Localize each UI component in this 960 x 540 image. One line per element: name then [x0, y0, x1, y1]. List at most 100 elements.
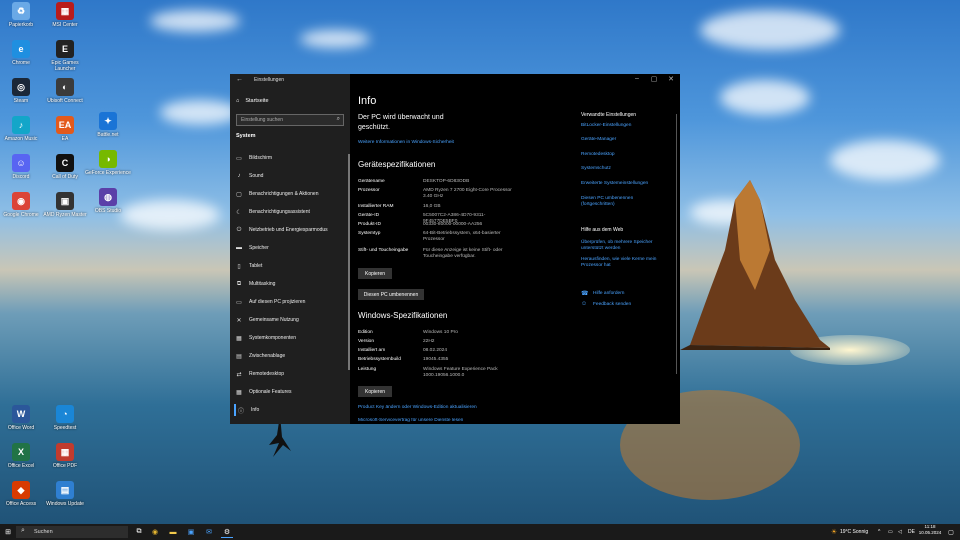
related-settings-link[interactable]: Systemschutz	[581, 166, 666, 172]
chrome-icon[interactable]: ◉	[149, 527, 161, 537]
desktop-shortcut[interactable]: X Office Excel	[0, 443, 44, 469]
maximize-icon[interactable]: ▢	[647, 75, 661, 83]
sidebar-item-remote[interactable]: ⇄ Remotedesktop	[236, 368, 284, 380]
desktop-shortcut[interactable]: W Office Word	[0, 405, 44, 431]
product-key-link[interactable]: Product Key ändern oder Windows-Edition …	[358, 405, 477, 410]
wallpaper-cloud	[720, 80, 810, 115]
desktop-shortcut[interactable]: ▦ MSI Center	[42, 2, 88, 28]
desktop-shortcut[interactable]: ◎ Steam	[0, 78, 44, 104]
sidebar-item-clipboard[interactable]: ▤ Zwischenablage	[236, 350, 285, 362]
language-icon[interactable]: DE	[908, 527, 915, 537]
clock-date: 10.05.2024	[918, 530, 942, 535]
minimize-icon[interactable]: –	[630, 75, 644, 82]
clock[interactable]: 11:18 10.05.2024	[918, 524, 942, 535]
desktop-shortcut[interactable]: e Chrome	[0, 40, 44, 66]
spec-key: Gerätename	[358, 179, 385, 184]
desktop-shortcut[interactable]: ♪ Amazon Music	[0, 116, 44, 142]
close-icon[interactable]: ✕	[664, 75, 678, 83]
mail-icon[interactable]: ✉	[203, 527, 215, 537]
spec-key: Produkt-ID	[358, 222, 381, 227]
desktop-shortcut-label: Windows Update	[46, 501, 84, 507]
sidebar-item-focus[interactable]: ☾ Benachrichtigungsassistent	[236, 206, 310, 218]
desktop-shortcut[interactable]: ♻ Papierkorb	[0, 2, 44, 28]
sidebar-item-label: Tablet	[249, 263, 263, 269]
settings-gear-icon[interactable]: ⚙	[221, 527, 233, 538]
sidebar-item-multitasking[interactable]: ⧉ Multitasking	[236, 278, 276, 290]
desktop-shortcut[interactable]: ☺ Discord	[0, 154, 44, 180]
desktop-shortcut[interactable]: ◐ Ubisoft Connect	[42, 78, 88, 104]
store-icon[interactable]: ▣	[185, 527, 197, 537]
desktop-shortcut[interactable]: C Call of Duty	[42, 154, 88, 180]
web-help-link[interactable]: Überprüfen, ob mehrere Speicher unterstü…	[581, 240, 666, 251]
sidebar-item-label: Systemkomponenten	[249, 335, 296, 341]
sidebar-scrollbar[interactable]	[348, 154, 350, 370]
desktop-shortcut-label: EA	[61, 136, 69, 142]
back-arrow-icon[interactable]: ←	[236, 76, 243, 83]
related-settings-link[interactable]: Diesen PC umbenennen (fortgeschritten)	[581, 196, 666, 207]
related-settings-link[interactable]: Erweiterte Systemeinstellungen	[581, 181, 666, 187]
sidebar-item-shared[interactable]: ✕ Gemeinsame Nutzung	[236, 314, 298, 326]
sidebar-item-power[interactable]: ⏻ Netzbetrieb und Energiesparmodus	[236, 224, 328, 236]
related-settings-link[interactable]: Geräte-Manager	[581, 137, 666, 143]
volume-icon[interactable]: ◁	[898, 527, 902, 537]
discord-icon: ☺	[12, 154, 30, 172]
main-scrollbar[interactable]	[676, 114, 677, 374]
nav-icon: ▭	[236, 299, 242, 306]
desktop-shortcut-label: AMD Ryzen Master	[43, 212, 87, 218]
desktop-shortcut[interactable]: ✦ Battle.net	[85, 112, 131, 138]
desktop-shortcut[interactable]: ▦ Office PDF	[42, 443, 88, 469]
amazon-music-icon: ♪	[12, 116, 30, 134]
weather-icon[interactable]: ☀	[830, 527, 838, 537]
start-windows-icon[interactable]: ⊞	[3, 527, 13, 537]
sidebar-item-label: Netzbetrieb und Energiesparmodus	[249, 227, 328, 233]
sidebar-item-optional[interactable]: ▦ Optionale Features	[236, 386, 291, 398]
nav-icon: ♪	[237, 173, 241, 179]
search-placeholder: Einstellung suchen	[241, 117, 283, 123]
task-view-icon[interactable]: ⧉	[133, 527, 145, 537]
sidebar-item-tablet[interactable]: ▯ Tablet	[236, 260, 262, 272]
sidebar-item-storage[interactable]: ▬ Speicher	[236, 242, 269, 254]
search-icon: ⌕	[21, 527, 25, 534]
service-agreement-link[interactable]: Microsoft-Servicevertrag für unsere Dien…	[358, 418, 463, 423]
sidebar-item-project[interactable]: ▭ Auf diesen PC projizieren	[236, 296, 305, 308]
tray-chevron-icon[interactable]: ^	[878, 527, 880, 537]
network-icon[interactable]: ▭	[888, 527, 893, 537]
feedback-link[interactable]: Feedback senden	[593, 302, 631, 307]
related-settings-link[interactable]: BitLocker-Einstellungen	[581, 123, 666, 129]
related-settings-link[interactable]: Remotedesktop	[581, 152, 666, 158]
desktop-shortcut[interactable]: EA EA	[42, 116, 88, 142]
get-help-link[interactable]: Hilfe anfordern	[593, 291, 624, 296]
web-help-link[interactable]: Herausfinden, wie viele Kerne mein Proze…	[581, 257, 666, 268]
desktop-shortcut[interactable]: ◍ OBS Studio	[85, 188, 131, 214]
weather-text[interactable]: 19°C Sonnig	[840, 527, 868, 537]
sidebar-item-display[interactable]: ▭ Bildschirm	[236, 152, 272, 164]
desktop-shortcut[interactable]: ◆ Office Access	[0, 481, 44, 507]
taskbar-search-input[interactable]: ⌕ Suchen	[16, 526, 128, 538]
sidebar-item-info[interactable]: ⓘ Info	[234, 404, 259, 416]
sidebar-item-sound[interactable]: ♪ Sound	[236, 170, 264, 182]
sidebar-item-components[interactable]: ▦ Systemkomponenten	[236, 332, 296, 344]
notification-icon[interactable]: ▢	[946, 527, 956, 537]
desktop-shortcut[interactable]: ▤ Windows Update	[42, 481, 88, 507]
settings-search-input[interactable]: Einstellung suchen ⌕	[236, 114, 344, 126]
desktop-shortcut[interactable]: ◔ Speedtest	[42, 405, 88, 431]
sidebar-item-notifications[interactable]: ▢ Benachrichtigungen & Aktionen	[236, 188, 318, 200]
windows-spec-row: Version 22H2	[358, 339, 518, 345]
windows-spec-row: Betriebssystembuild 19045.4355	[358, 357, 518, 363]
sidebar-item-label: Sound	[249, 173, 264, 179]
file-explorer-icon[interactable]: ▬	[167, 527, 179, 537]
amd-icon: ▣	[56, 192, 74, 210]
nav-icon: ✕	[236, 317, 242, 324]
sidebar-home[interactable]: ⌂ Startseite	[236, 98, 269, 104]
desktop-shortcut[interactable]: ◑ GeForce Experience	[85, 150, 131, 176]
spec-value: 22H2	[423, 339, 435, 344]
spec-key: Installierter RAM	[358, 204, 394, 209]
rename-pc-button[interactable]: Diesen PC umbenennen	[358, 289, 424, 300]
copy-windows-specs-button[interactable]: Kopieren	[358, 386, 392, 397]
security-link[interactable]: Weitere Informationen in Windows-Sicherh…	[358, 140, 454, 145]
desktop-shortcut[interactable]: ▣ AMD Ryzen Master	[42, 192, 88, 218]
copy-device-specs-button[interactable]: Kopieren	[358, 268, 392, 279]
wallpaper-rock-island	[680, 180, 830, 350]
desktop-shortcut[interactable]: E Epic Games Launcher	[42, 40, 88, 72]
desktop-shortcut[interactable]: ◉ Google Chrome	[0, 192, 44, 218]
